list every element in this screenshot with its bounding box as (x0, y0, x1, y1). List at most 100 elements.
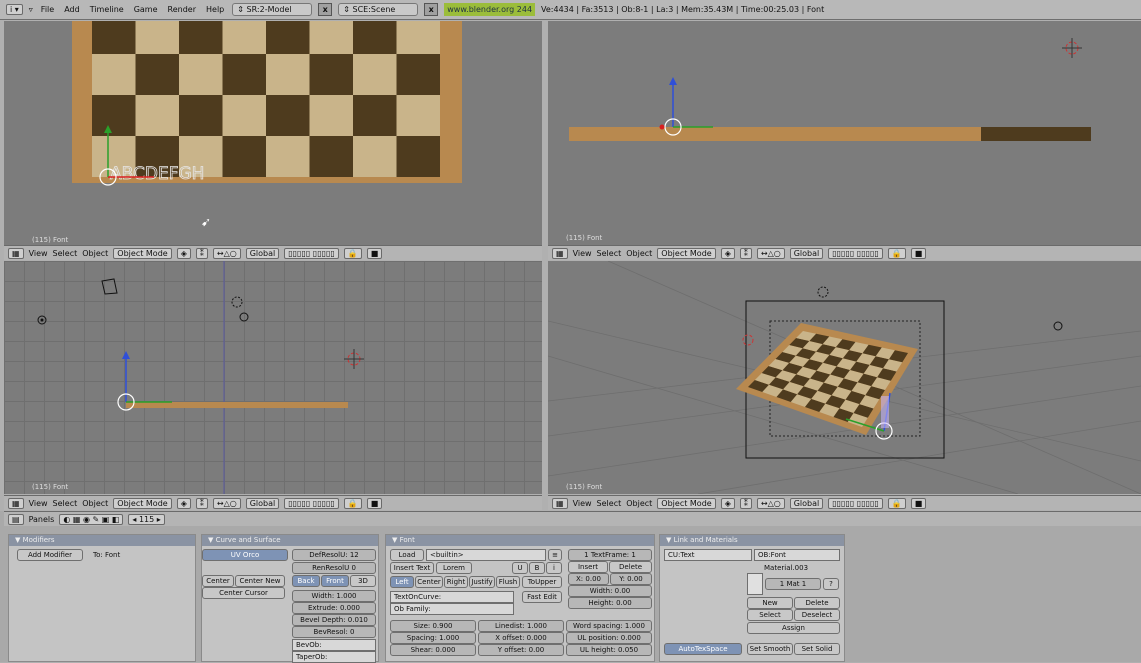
window-type-icon[interactable]: i ▾ (6, 4, 23, 15)
add-modifier-button[interactable]: Add Modifier (17, 549, 83, 561)
window-type-icon[interactable]: ▦ (8, 247, 24, 259)
orientation-selector[interactable]: Global (789, 247, 824, 259)
menu-add[interactable]: Add (62, 5, 82, 14)
viewport-bottom-right[interactable]: (115) Font (548, 261, 1141, 494)
align-center-toggle[interactable]: Center (415, 576, 443, 588)
view-menu[interactable]: View (29, 499, 48, 508)
bold-toggle[interactable]: B (529, 562, 545, 574)
close-screen-icon[interactable]: x (318, 3, 333, 16)
new-material-button[interactable]: New (747, 597, 793, 609)
orientation-selector[interactable]: Global (245, 247, 280, 259)
window-type-icon[interactable]: ▤ (8, 513, 24, 525)
lock-icon[interactable]: 🔒 (343, 497, 362, 509)
menu-timeline[interactable]: Timeline (88, 5, 126, 14)
context-icons[interactable]: ◐ ▦ ◉ ✎ ▣ ◧ (59, 513, 124, 525)
manipulator-icon[interactable]: ↔△○ (756, 247, 785, 259)
collapse-arrow-icon[interactable]: ▿ (29, 5, 33, 14)
viewport-bottom-left[interactable]: (115) Font (4, 261, 542, 494)
frame-x-field[interactable]: X: 0.00 (568, 573, 609, 585)
delete-material-button[interactable]: Delete (794, 597, 840, 609)
object-menu[interactable]: Object (626, 249, 652, 258)
viewport-top-right[interactable]: (115) Font (548, 21, 1141, 245)
set-solid-button[interactable]: Set Solid (794, 643, 840, 655)
width-field[interactable]: Width: 1.000 (292, 590, 376, 602)
align-flush-toggle[interactable]: Flush (496, 576, 520, 588)
uv-orco-toggle[interactable]: UV Orco (202, 549, 288, 561)
render-icon[interactable]: ■ (366, 247, 383, 259)
text-on-curve-field[interactable]: TextOnCurve: (390, 591, 514, 603)
menu-render[interactable]: Render (166, 5, 198, 14)
insert-frame-button[interactable]: Insert (568, 561, 608, 573)
pivot-icon[interactable]: ⁑ (195, 497, 208, 509)
object-menu[interactable]: Object (82, 499, 108, 508)
align-justify-toggle[interactable]: Justify (469, 576, 495, 588)
orientation-selector[interactable]: Global (789, 497, 824, 509)
manipulator-icon[interactable]: ↔△○ (212, 247, 241, 259)
fast-edit-button[interactable]: Fast Edit (522, 591, 562, 603)
close-scene-icon[interactable]: x (424, 3, 439, 16)
layer-buttons[interactable]: ▯▯▯▯▯ ▯▯▯▯▯ (828, 247, 883, 259)
ren-resol-field[interactable]: RenResolU 0 (292, 562, 376, 574)
pivot-icon[interactable]: ⁑ (195, 247, 208, 259)
size-field[interactable]: Size: 0.900 (390, 620, 476, 632)
camera-icon[interactable] (101, 278, 118, 295)
draw-type-icon[interactable]: ◈ (720, 497, 735, 509)
textframe-field[interactable]: 1 TextFrame: 1 (568, 549, 652, 561)
sun-lamp-icon[interactable] (817, 286, 829, 298)
select-menu[interactable]: Select (53, 249, 78, 258)
object-menu[interactable]: Object (626, 499, 652, 508)
frame-width-field[interactable]: Width: 0.00 (568, 585, 652, 597)
spacing-field[interactable]: Spacing: 1.000 (390, 632, 476, 644)
lamp-icon[interactable] (239, 312, 249, 322)
layer-buttons[interactable]: ▯▯▯▯▯ ▯▯▯▯▯ (284, 497, 339, 509)
shear-field[interactable]: Shear: 0.000 (390, 644, 476, 656)
lorem-button[interactable]: Lorem (436, 562, 472, 574)
render-icon[interactable]: ■ (366, 497, 383, 509)
word-spacing-field[interactable]: Word spacing: 1.000 (566, 620, 652, 632)
sun-lamp-icon[interactable] (231, 296, 243, 308)
bev-resol-field[interactable]: BevResol: 0 (292, 626, 376, 638)
view-menu[interactable]: View (573, 249, 592, 258)
render-icon[interactable]: ■ (910, 497, 927, 509)
bevel-depth-field[interactable]: Bevel Depth: 0.010 (292, 614, 376, 626)
material-index-field[interactable]: 1 Mat 1 (765, 578, 821, 590)
ul-position-field[interactable]: UL position: 0.000 (566, 632, 652, 644)
object-name-field[interactable]: OB:Font (754, 549, 840, 561)
center-cursor-button[interactable]: Center Cursor (202, 587, 285, 599)
pivot-icon[interactable]: ⁑ (739, 497, 752, 509)
material-help-button[interactable]: ? (823, 578, 839, 590)
frame-y-field[interactable]: Y: 0.00 (610, 573, 652, 585)
y-offset-field[interactable]: Y offset: 0.00 (478, 644, 564, 656)
window-type-icon[interactable]: ▦ (8, 497, 24, 509)
select-menu[interactable]: Select (53, 499, 78, 508)
ul-height-field[interactable]: UL height: 0.050 (566, 644, 652, 656)
align-left-toggle[interactable]: Left (390, 576, 414, 588)
deselect-material-button[interactable]: Deselect (794, 609, 840, 621)
render-icon[interactable]: ■ (910, 247, 927, 259)
front-toggle[interactable]: Front (321, 575, 349, 587)
insert-text-button[interactable]: Insert Text (390, 562, 434, 574)
view-menu[interactable]: View (29, 249, 48, 258)
lock-icon[interactable]: 🔒 (343, 247, 362, 259)
align-right-toggle[interactable]: Right (444, 576, 468, 588)
frame-height-field[interactable]: Height: 0.00 (568, 597, 652, 609)
panel-header[interactable]: ▼ Font (386, 535, 654, 546)
layer-buttons[interactable]: ▯▯▯▯▯ ▯▯▯▯▯ (284, 247, 339, 259)
extrude-field[interactable]: Extrude: 0.000 (292, 602, 376, 614)
draw-type-icon[interactable]: ◈ (176, 247, 191, 259)
toupper-button[interactable]: ToUpper (522, 576, 562, 588)
lock-icon[interactable]: 🔒 (887, 497, 906, 509)
back-toggle[interactable]: Back (292, 575, 320, 587)
panel-header[interactable]: ▼ Link and Materials (660, 535, 844, 546)
orientation-selector[interactable]: Global (245, 497, 280, 509)
autotexspace-toggle[interactable]: AutoTexSpace (664, 643, 742, 655)
pivot-icon[interactable]: ⁑ (739, 247, 752, 259)
window-type-icon[interactable]: ▦ (552, 247, 568, 259)
panel-header[interactable]: ▼ Curve and Surface (202, 535, 378, 546)
linedist-field[interactable]: Linedist: 1.000 (478, 620, 564, 632)
lock-icon[interactable]: 🔒 (887, 247, 906, 259)
menu-help[interactable]: Help (204, 5, 226, 14)
x-offset-field[interactable]: X offset: 0.000 (478, 632, 564, 644)
object-menu[interactable]: Object (82, 249, 108, 258)
mode-selector[interactable]: Object Mode (657, 247, 716, 259)
